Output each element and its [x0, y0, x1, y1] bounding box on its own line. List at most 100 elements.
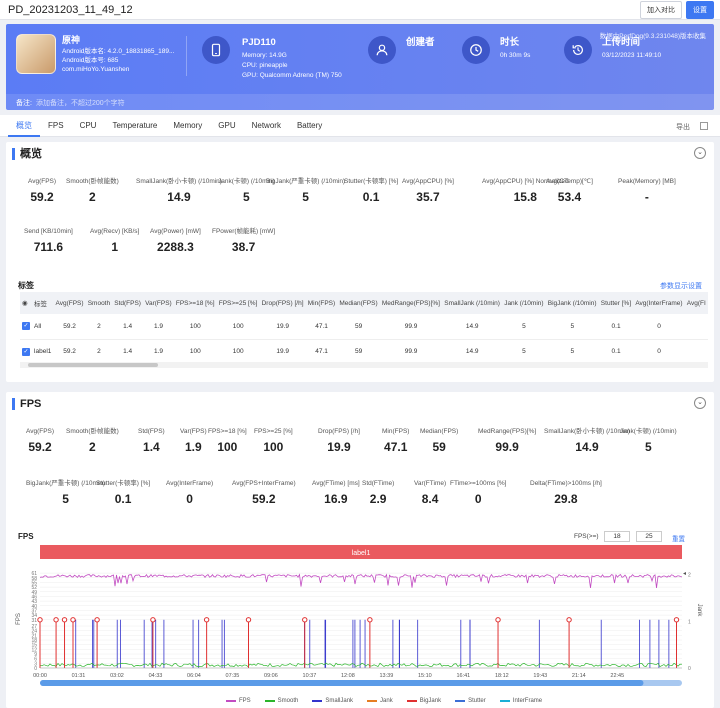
- table-cell: 5: [502, 339, 546, 365]
- legend-label: SmallJank: [325, 698, 354, 704]
- checkbox-checked-icon[interactable]: ✓: [22, 347, 31, 356]
- legend-item[interactable]: Jank: [367, 698, 393, 704]
- overview-title: 概览: [12, 148, 42, 160]
- table-header-cell[interactable]: Avg(FI: [684, 292, 708, 314]
- tab-memory[interactable]: Memory: [165, 115, 210, 137]
- export-button[interactable]: 导出: [676, 122, 690, 132]
- collapse-overview-icon[interactable]: ⌄: [694, 147, 706, 159]
- fps-chart[interactable]: label10369121518212427313437404346495255…: [6, 392, 714, 708]
- stat-label: Send [KB/10min]: [24, 228, 73, 235]
- stat-label: Smooth(卧帧能数): [66, 178, 119, 185]
- fps-series-line: [39, 573, 683, 589]
- label-section-title: 标签: [18, 281, 34, 290]
- table-header-cell[interactable]: Avg(FPS): [53, 292, 86, 314]
- table-header-cell[interactable]: Drop(FPS) [/h]: [259, 292, 306, 314]
- tab-fps[interactable]: FPS: [40, 115, 72, 137]
- export-icon[interactable]: [700, 122, 708, 130]
- x-tick-label: 13:39: [379, 673, 393, 679]
- overview-stat: Avg(AppCPU) [%] 35.7: [402, 178, 454, 204]
- app-info: 原神 Android版本名: 4.2.0_18831865_189... And…: [62, 36, 174, 74]
- stat-value: 2: [89, 190, 96, 204]
- overview-stat: Smooth(卧帧能数) 2: [66, 178, 119, 204]
- overview-stat: FPower(帧能耗) [mW] 38.7: [212, 228, 275, 254]
- table-header-cell[interactable]: MedRange(FPS)[%]: [379, 292, 443, 314]
- x-tick-label: 03:02: [110, 673, 124, 679]
- table-cell: 99.9: [379, 314, 443, 340]
- device-info: PJD110 Memory: 14.9G CPU: pineapple GPU:…: [242, 38, 342, 81]
- table-cell: 0.1: [598, 339, 634, 365]
- legend-item[interactable]: SmallJank: [312, 698, 353, 704]
- bigjank-marker: [61, 617, 68, 623]
- table-header-cell[interactable]: BigJank (/10min): [545, 292, 599, 314]
- table-header-cell[interactable]: SmallJank (/10min): [442, 292, 503, 314]
- stat-label: Avg(FPS): [28, 178, 57, 185]
- table-cell: 99.9: [379, 339, 443, 365]
- bigjank-marker: [495, 617, 501, 623]
- table-header-cell[interactable]: 标签: [32, 292, 54, 314]
- tab-battery[interactable]: Battery: [289, 115, 330, 137]
- legend-swatch: [264, 700, 275, 702]
- legend-label: Stutter: [468, 698, 486, 704]
- tab-network[interactable]: Network: [244, 115, 289, 137]
- table-cell: All: [32, 314, 54, 340]
- tab-cpu[interactable]: CPU: [72, 115, 105, 137]
- x-tick-label: 22:45: [610, 673, 624, 679]
- tab-overview[interactable]: 概览: [8, 115, 40, 137]
- table-cell: 5: [545, 339, 599, 365]
- checkbox-checked-icon[interactable]: ✓: [22, 322, 31, 331]
- table-cell: 1.9: [143, 339, 174, 365]
- table-header-cell[interactable]: Median(FPS): [337, 292, 380, 314]
- legend-item[interactable]: BigJank: [406, 698, 441, 704]
- row-checkbox[interactable]: ✓: [20, 339, 33, 365]
- settings-button[interactable]: 设置: [686, 0, 714, 19]
- stat-value: 2288.3: [157, 240, 194, 254]
- stat-label: FPower(帧能耗) [mW]: [212, 228, 276, 235]
- table-header-cell[interactable]: Jank (/10min): [502, 292, 546, 314]
- legend-item[interactable]: Stutter: [455, 698, 486, 704]
- perfdog-version: 数据由PerfDog(9.3.231048)版本收集: [599, 33, 706, 40]
- table-header-cell[interactable]: Smooth: [85, 292, 113, 314]
- table-header-cell[interactable]: Std(FPS): [112, 292, 144, 314]
- table-row[interactable]: ✓ All 59.2 2 1.4 1.9 100 100 19.9 47.1 59 99.9 14.9 5…: [20, 314, 708, 340]
- table-cell: 0: [633, 339, 685, 365]
- add-compare-button[interactable]: 加入对比: [640, 0, 682, 19]
- x-tick-label: 04:33: [149, 673, 163, 679]
- remark-input[interactable]: 添加备注，不超过200个字符: [36, 100, 125, 107]
- smooth-series-line: [39, 662, 683, 668]
- param-settings-link[interactable]: 参数显示设置: [660, 281, 702, 291]
- bigjank-marker: [302, 617, 308, 623]
- remark-bar[interactable]: 备注: 添加备注，不超过200个字符: [6, 94, 714, 110]
- tab-temperature[interactable]: Temperature: [104, 115, 165, 137]
- row-checkbox[interactable]: ✓: [20, 314, 33, 340]
- table-cell: 1.9: [143, 314, 174, 340]
- legend-item[interactable]: FPS: [226, 698, 251, 704]
- stat-value: 0.1: [362, 190, 380, 204]
- stat-label: Avg(CTemp)[℃]: [546, 178, 593, 185]
- x-tick-label: 01:31: [72, 673, 86, 679]
- table-header-cell[interactable]: Avg(InterFrame): [633, 292, 685, 314]
- table-header-cell[interactable]: Min(FPS): [305, 292, 338, 314]
- overview-stat: Peak(Memory) [MB] -: [618, 178, 676, 204]
- table-cell: 0.1: [598, 314, 634, 340]
- remark-label: 备注:: [16, 100, 32, 107]
- stat-label: Stutter(卡顿率) [%]: [344, 178, 399, 185]
- table-cell: 2: [85, 314, 113, 340]
- scrollbar-thumb[interactable]: [28, 363, 158, 367]
- visibility-icon[interactable]: ◉: [20, 292, 33, 314]
- legend-item[interactable]: InterFrame: [499, 698, 542, 704]
- legend-item[interactable]: Smooth: [264, 698, 298, 704]
- history-icon: [564, 36, 592, 64]
- table-row[interactable]: ✓ label1 59.2 2 1.4 1.9 100 100 19.9 47.1 59 99.9 14…: [20, 339, 708, 365]
- table-header-cell[interactable]: Var(FPS): [143, 292, 174, 314]
- table-cell: 100: [173, 314, 217, 340]
- duration-value: 0h 30m 9s: [500, 52, 531, 59]
- table-header-cell[interactable]: FPS>=25 [%]: [216, 292, 260, 314]
- table-horizontal-scrollbar[interactable]: [20, 362, 708, 368]
- table-header-cell[interactable]: FPS>=18 [%]: [173, 292, 217, 314]
- x-tick-label: 19:43: [533, 673, 547, 679]
- tab-gpu[interactable]: GPU: [210, 115, 243, 137]
- x-tick-label: 18:12: [495, 673, 509, 679]
- legend-swatch: [455, 700, 466, 702]
- table-header-cell[interactable]: Stutter [%]: [598, 292, 634, 314]
- user-icon: [368, 36, 396, 64]
